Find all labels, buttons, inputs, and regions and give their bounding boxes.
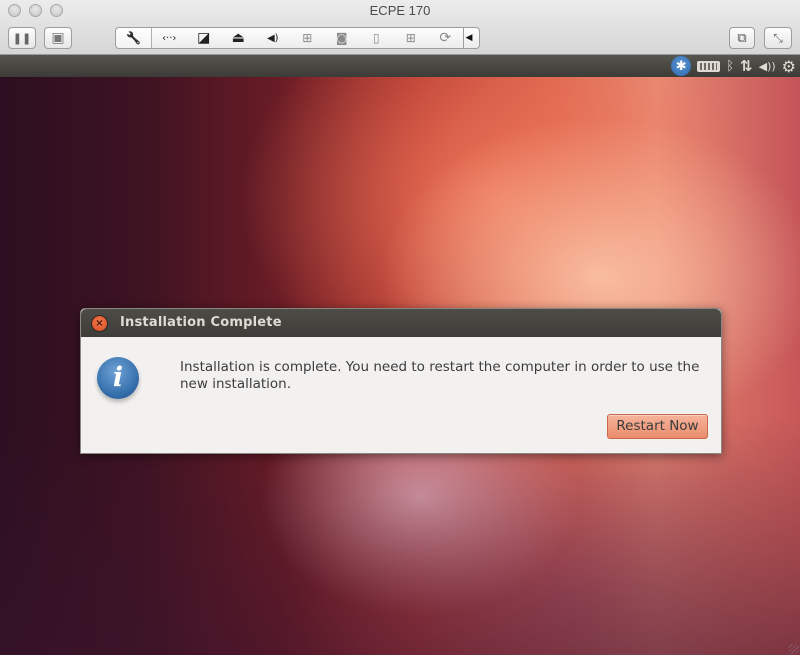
accessibility-indicator[interactable]: ✱ [671, 56, 692, 76]
harddisk-icon: ◪ [197, 30, 211, 46]
session-indicator[interactable]: ⚙ [782, 57, 796, 76]
ubuntu-top-panel: ✱ ᛒ ⇅ ◀)) ⚙ [0, 55, 800, 77]
close-icon: × [95, 318, 104, 329]
mouse-icon: ▯ [372, 31, 380, 45]
printer-button[interactable]: ⊞ [394, 28, 429, 48]
bluetooth-indicator[interactable]: ᛒ [726, 59, 734, 74]
dialog-title: Installation Complete [120, 315, 282, 330]
volume-indicator[interactable]: ◀)) [759, 60, 776, 73]
volume-icon: ◀)) [758, 59, 776, 73]
snapshot-icon: ▣ [51, 30, 65, 46]
window-title: ECPE 170 [369, 3, 431, 18]
wrench-icon: 🔧 [126, 31, 141, 45]
dialog-titlebar[interactable]: × Installation Complete [81, 309, 721, 337]
network-icon: ‹··› [162, 32, 177, 44]
sound-button[interactable]: ◀) [256, 28, 291, 48]
device-toolbar: 🔧 ‹··› ◪ ⏏ ◀) ⊞ ◙ ▯ ⊞ ⟳ ◀ [115, 27, 480, 49]
keyboard-icon [697, 60, 721, 72]
keyboard-indicator[interactable] [697, 60, 721, 72]
sync-button[interactable]: ⟳ [428, 28, 463, 48]
snapshot-button[interactable]: ▣ [44, 27, 72, 49]
sync-icon: ⟳ [439, 30, 452, 46]
vm-window-titlebar: ECPE 170 ❚❚ ▣ 🔧 ‹··› ◪ ⏏ ◀) ⊞ ◙ ▯ ⊞ ⟳ ◀ … [0, 0, 800, 55]
disc-drive-icon: ⏏ [231, 30, 245, 46]
dialog-message: Installation is complete. You need to re… [180, 359, 700, 392]
printer-icon: ⊞ [405, 31, 416, 45]
mouse-button[interactable]: ▯ [359, 28, 394, 48]
dialog-close-button[interactable]: × [91, 315, 108, 332]
unity-mode-button[interactable]: ⧉ [729, 27, 755, 49]
network-button[interactable]: ‹··› [152, 28, 187, 48]
bluetooth-icon: ᛒ [726, 58, 735, 74]
settings-button[interactable]: 🔧 [116, 28, 152, 48]
collapse-toolbar-button[interactable]: ◀ [462, 28, 475, 48]
pause-button[interactable]: ❚❚ [8, 27, 36, 49]
camera-icon: ◙ [335, 31, 348, 45]
camera-button[interactable]: ◙ [325, 28, 360, 48]
usb-button[interactable]: ⊞ [290, 28, 325, 48]
triangle-left-icon: ◀ [465, 33, 473, 43]
windows-icon: ⧉ [737, 30, 747, 46]
info-icon: i [97, 357, 139, 399]
installation-complete-dialog: × Installation Complete i Installation i… [80, 308, 722, 454]
restart-now-button[interactable]: Restart Now [607, 414, 708, 439]
fullscreen-icon: ⤡ [773, 30, 783, 45]
pause-icon: ❚❚ [12, 31, 32, 45]
indicator-area: ✱ ᛒ ⇅ ◀)) ⚙ [671, 55, 796, 77]
harddisk-button[interactable]: ◪ [187, 28, 222, 48]
fullscreen-button[interactable]: ⤡ [764, 27, 792, 49]
network-indicator[interactable]: ⇅ [740, 57, 753, 75]
network-updown-icon: ⇅ [740, 57, 753, 75]
accessibility-icon: ✱ [675, 58, 687, 74]
speaker-icon: ◀) [266, 32, 279, 44]
usb-device-icon: ⊞ [302, 31, 313, 45]
gear-power-icon: ⚙ [781, 56, 796, 76]
cd-dvd-button[interactable]: ⏏ [221, 28, 256, 48]
resize-grip[interactable] [789, 644, 799, 654]
